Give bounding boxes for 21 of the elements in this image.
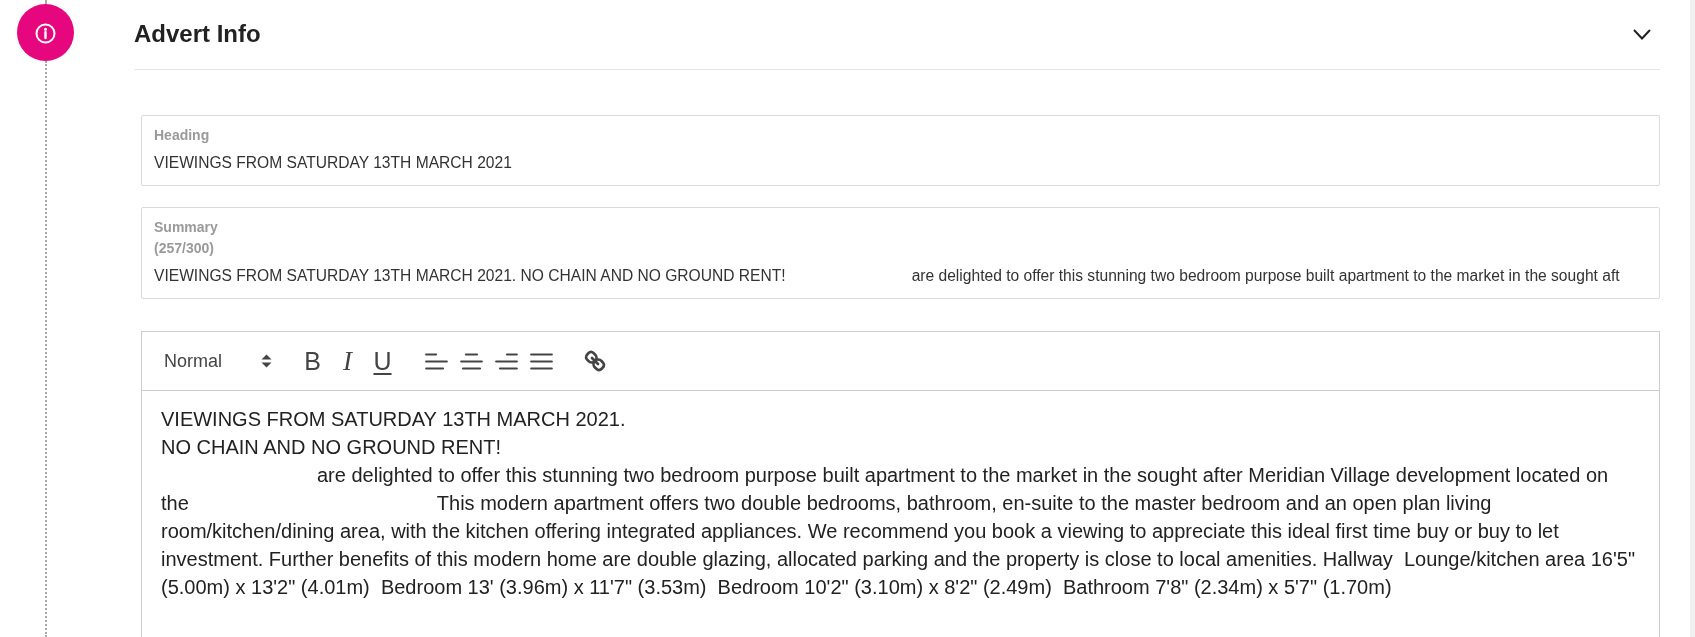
align-center-icon [459,352,483,370]
editor-paragraph: VIEWINGS FROM SATURDAY 13TH MARCH 2021. [161,407,627,432]
field-label: Summary [154,218,218,237]
align-right-icon [494,352,518,370]
character-count: (257/300) [154,239,214,258]
field-label: Heading [154,126,210,145]
align-left-icon [424,352,448,370]
format-dropdown[interactable]: Normal [164,346,272,376]
input-field[interactable]: Summary (257/300) VIEWINGS FROM SATURDAY 13TH MARCH 2021. NO CHAIN AND NO GROUND RENT! are delighted to offer this stunning two bedroom purpose built apartment to the market in the sought aft [141,207,1660,299]
italic-button[interactable]: I [330,346,365,376]
info-icon [17,4,74,61]
underline-button[interactable]: U [365,346,400,376]
link-icon [583,350,606,372]
bold-button[interactable]: B [295,346,330,376]
input-field[interactable]: Heading VIEWINGS FROM SATURDAY 13TH MARCH 2021 [141,115,1660,186]
chevron-down-icon[interactable] [1633,29,1651,40]
align-justify-icon [529,352,553,370]
section-title: Advert Info [134,20,261,49]
editor-paragraph: are delighted to offer this stunning two bedroom purpose built apartment to the market in the sought after Meridian Village development located on the This modern apartment offers two double bedrooms, bathroom, en-suite to the master bedroom and an open plan living room/kitchen/dining area, with the kitchen offering integrated appliances. We recommend you book a viewing to appreciate this ideal first time buy or buy to let investment. Further benefits of this modern home are double glazing, allocated parking and the property is close to local amenities. Hallway Lounge/kitchen area 16'5" (5.00m) x 13'2" (4.01m) Bedroom 13' (3.96m) x 11'7" (3.53m) Bedroom 10'2" (3.10m) x 8'2" (2.49m) Bathroom 7'8" (2.34m) x 5'7" (1.70m) [161,463,1636,600]
editor-paragraph: NO CHAIN AND NO GROUND RENT! [161,435,503,460]
up-down-arrows-icon [261,354,272,368]
